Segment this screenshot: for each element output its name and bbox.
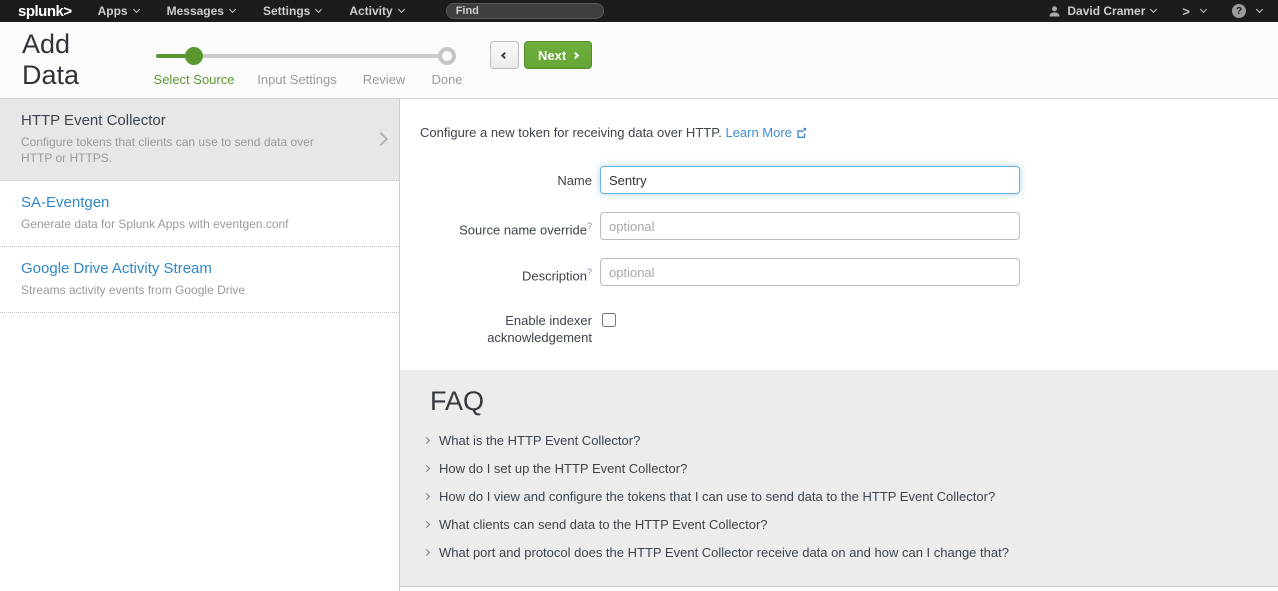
chevron-right-icon <box>423 493 430 500</box>
user-menu[interactable]: David Cramer <box>1048 4 1156 18</box>
stepper-done-circle <box>438 47 456 65</box>
faq-question-text: What is the HTTP Event Collector? <box>439 433 640 448</box>
chevron-right-icon <box>423 521 430 528</box>
sidebar-item-http-event-collector[interactable]: HTTP Event Collector Configure tokens th… <box>0 99 399 181</box>
stepper-current-dot <box>185 47 203 65</box>
name-input[interactable] <box>600 166 1020 194</box>
chevron-down-icon <box>1150 6 1157 13</box>
find-search-input[interactable] <box>446 3 604 19</box>
chevron-right-icon <box>423 465 430 472</box>
nav-menu-apps-label: Apps <box>98 4 128 18</box>
faq-section: FAQ What is the HTTP Event Collector? Ho… <box>400 370 1278 587</box>
help-menu[interactable]: ? <box>1232 4 1262 18</box>
chevron-down-icon <box>1256 6 1263 13</box>
page-title: Add Data <box>22 29 134 91</box>
user-icon <box>1048 5 1061 18</box>
chevron-right-icon <box>423 437 430 444</box>
content-area: HTTP Event Collector Configure tokens th… <box>0 99 1278 591</box>
external-link-icon <box>796 127 807 138</box>
nav-menu-settings[interactable]: Settings <box>263 4 321 18</box>
learn-more-link[interactable]: Learn More <box>725 125 806 140</box>
back-button[interactable] <box>490 41 519 69</box>
sidebar-item-title: Google Drive Activity Stream <box>21 260 347 277</box>
source-sidebar: HTTP Event Collector Configure tokens th… <box>0 99 400 591</box>
user-name: David Cramer <box>1067 4 1145 18</box>
next-button-label: Next <box>538 48 566 63</box>
intro-sentence: Configure a new token for receiving data… <box>420 125 722 140</box>
sidebar-item-description: Configure tokens that clients can use to… <box>21 134 347 166</box>
form-row-indexer-acknowledgement: Enable indexer acknowledgement <box>420 310 1278 346</box>
sidebar-item-sa-eventgen[interactable]: SA-Eventgen Generate data for Splunk App… <box>0 181 399 247</box>
faq-question-text: What port and protocol does the HTTP Eve… <box>439 545 1009 560</box>
nav-menu-settings-label: Settings <box>263 4 310 18</box>
description-label: Description? <box>420 258 592 286</box>
faq-title: FAQ <box>430 386 1254 417</box>
chevron-right-icon <box>423 549 430 556</box>
splunk-gt-icon: > <box>1182 4 1190 19</box>
chevron-down-icon <box>229 6 236 13</box>
faq-question-text: How do I view and configure the tokens t… <box>439 489 995 504</box>
sidebar-item-description: Generate data for Splunk Apps with event… <box>21 216 347 232</box>
description-input[interactable] <box>600 258 1020 286</box>
nav-menu-apps[interactable]: Apps <box>98 4 139 18</box>
faq-question-text: How do I set up the HTTP Event Collector… <box>439 461 687 476</box>
token-form: Configure a new token for receiving data… <box>400 99 1278 346</box>
stepper-track-line <box>194 54 447 58</box>
faq-question-3[interactable]: How do I view and configure the tokens t… <box>424 489 1254 504</box>
name-label: Name <box>420 166 592 194</box>
chevron-down-icon <box>1200 6 1207 13</box>
field-help-icon[interactable]: ? <box>587 267 592 277</box>
step-input-settings: Input Settings <box>257 72 337 87</box>
nav-menu-activity-label: Activity <box>349 4 392 18</box>
wizard-stepper: Select Source Input Settings Review Done <box>156 34 458 86</box>
indexer-acknowledgement-label: Enable indexer acknowledgement <box>420 310 592 346</box>
form-row-name: Name <box>420 166 1278 194</box>
step-done: Done <box>431 72 462 87</box>
nav-menu-messages[interactable]: Messages <box>167 4 235 18</box>
help-icon: ? <box>1232 4 1246 18</box>
form-row-description: Description? <box>420 258 1278 286</box>
next-button[interactable]: Next <box>524 41 592 69</box>
field-help-icon[interactable]: ? <box>587 221 592 231</box>
step-select-source: Select Source <box>154 72 235 87</box>
faq-question-2[interactable]: How do I set up the HTTP Event Collector… <box>424 461 1254 476</box>
splunk-logo[interactable]: splunk> <box>18 3 72 20</box>
chevron-right-icon <box>374 131 388 145</box>
chevron-down-icon <box>315 6 322 13</box>
learn-more-label: Learn More <box>725 125 791 140</box>
step-review: Review <box>363 72 406 87</box>
chevron-down-icon <box>133 6 140 13</box>
faq-question-text: What clients can send data to the HTTP E… <box>439 517 768 532</box>
nav-menu-activity[interactable]: Activity <box>349 4 403 18</box>
splunk-bar-menu[interactable]: > <box>1182 4 1206 19</box>
sidebar-item-google-drive-activity-stream[interactable]: Google Drive Activity Stream Streams act… <box>0 247 399 313</box>
nav-right-cluster: David Cramer > ? <box>1048 4 1278 19</box>
faq-question-4[interactable]: What clients can send data to the HTTP E… <box>424 517 1254 532</box>
intro-text: Configure a new token for receiving data… <box>420 125 1278 140</box>
splunk-logo-mark: > <box>63 3 71 20</box>
sidebar-item-title: SA-Eventgen <box>21 194 347 211</box>
indexer-acknowledgement-checkbox[interactable] <box>602 313 616 327</box>
sidebar-item-title: HTTP Event Collector <box>21 112 347 129</box>
faq-question-1[interactable]: What is the HTTP Event Collector? <box>424 433 1254 448</box>
form-row-source-name-override: Source name override? <box>420 212 1278 240</box>
sidebar-item-description: Streams activity events from Google Driv… <box>21 282 347 298</box>
chevron-left-icon <box>501 51 508 58</box>
main-panel: Configure a new token for receiving data… <box>400 99 1278 591</box>
top-nav-bar: splunk> Apps Messages Settings Activity … <box>0 0 1278 22</box>
faq-question-5[interactable]: What port and protocol does the HTTP Eve… <box>424 545 1254 560</box>
chevron-right-icon <box>572 51 579 58</box>
source-name-override-label: Source name override? <box>420 212 592 240</box>
page-header: Add Data Select Source Input Settings Re… <box>0 22 1278 99</box>
stepper-progress-line <box>156 54 187 58</box>
source-name-override-input[interactable] <box>600 212 1020 240</box>
chevron-down-icon <box>398 6 405 13</box>
nav-menu-messages-label: Messages <box>167 4 224 18</box>
